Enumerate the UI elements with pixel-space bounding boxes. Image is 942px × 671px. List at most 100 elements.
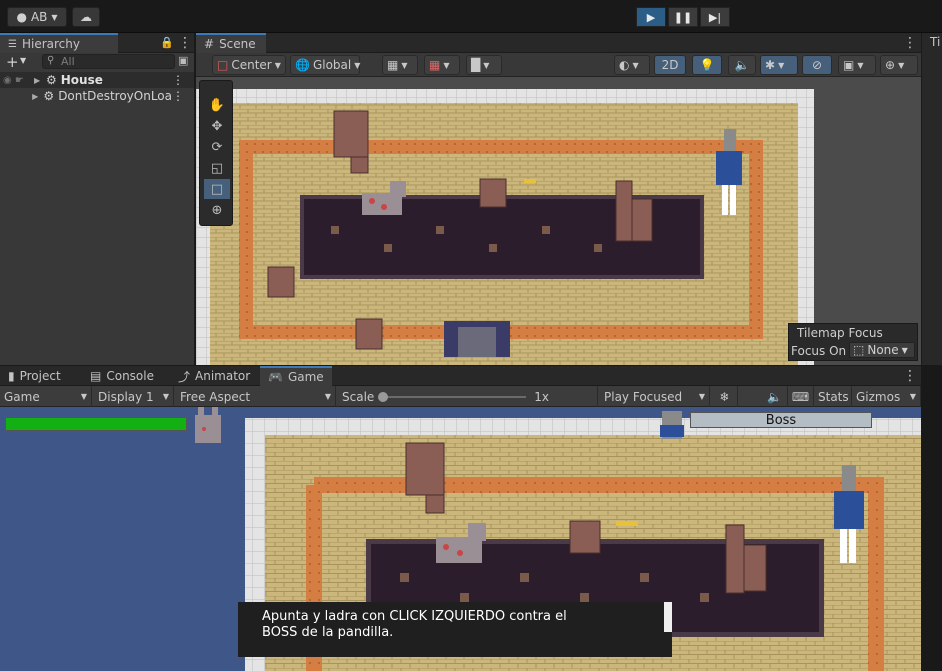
game-menu-icon[interactable]: ⋮ <box>903 366 917 386</box>
pivot-dropdown[interactable]: □ Center ▼ <box>212 55 286 75</box>
step-button[interactable]: ▶| <box>700 7 730 27</box>
stats-button[interactable]: Stats <box>814 386 852 407</box>
speaker-icon: 🔈 <box>767 389 782 404</box>
rect-tool[interactable]: □ <box>204 179 230 199</box>
tab-label: Console <box>106 369 154 383</box>
chevron-down-icon: ▼ <box>483 60 490 70</box>
tab-animator[interactable]: ⤴ Animator <box>170 366 258 386</box>
tab-tile-palette[interactable]: Ti <box>930 35 940 49</box>
display-label: Display 1 <box>98 389 154 404</box>
chevron-down-icon: ▼ <box>698 392 705 401</box>
scene-menu-icon[interactable]: ⋮ <box>903 33 917 53</box>
keyboard-icon: ⌨ <box>791 389 810 404</box>
tab-label: Animator <box>195 369 251 383</box>
focus-on-dropdown[interactable]: ⬚ None ▼ <box>849 342 915 358</box>
rotate-tool[interactable]: ⟳ <box>204 137 230 157</box>
player-health-bar <box>5 417 187 431</box>
ruler-button[interactable]: █ ▼ <box>466 55 502 75</box>
main-toolbar: ● AB ▼ ☁ ▶ ❚❚ ▶| <box>0 0 942 33</box>
mute-button[interactable]: 🔈 <box>762 386 788 407</box>
increment-snap-button[interactable]: ▦ ▼ <box>424 55 460 75</box>
hierarchy-search-input[interactable]: ⚲ All <box>42 54 175 69</box>
rotate-icon: ⟳ <box>211 139 223 155</box>
cloud-button[interactable]: ☁ <box>72 7 100 27</box>
view-dropdown[interactable]: Game ▼ <box>0 386 92 407</box>
hierarchy-item-house[interactable]: ◉ ☛ ▶ ⚙ House ⋮ <box>0 72 194 88</box>
scale-thumb[interactable] <box>378 391 389 402</box>
move-tool[interactable]: ✥ <box>204 116 230 136</box>
tab-hierarchy[interactable]: ☰ Hierarchy <box>0 33 118 53</box>
animator-icon: ⤴ <box>178 369 191 384</box>
camera-dropdown[interactable]: ▣ ▼ <box>838 55 876 75</box>
snap-icon: ▦ <box>429 58 441 72</box>
folder-icon: ▮ <box>8 369 15 383</box>
bug-button[interactable]: ❄ <box>712 386 738 407</box>
hierarchy-item-label: DontDestroyOnLoa <box>58 89 172 103</box>
scale-track <box>378 391 527 402</box>
scene-viewport[interactable]: ✋ ✥ ⟳ ◱ □ ⊕ Tilemap Focus Focus On ⬚ Non… <box>196 77 921 365</box>
item-menu-icon[interactable]: ⋮ <box>172 73 184 87</box>
hidden-objects-toggle[interactable]: ⊘ <box>802 55 832 75</box>
scene-icon: ⚙ <box>43 89 55 103</box>
audio-toggle[interactable]: 🔈 <box>728 55 756 75</box>
space-dropdown[interactable]: 🌐 Global ▼ <box>290 55 360 75</box>
game-viewport[interactable]: Boss Apunta y ladra con CLICK IZQUIERDO … <box>0 407 921 671</box>
dialog-line-2: BOSS de la pandilla. <box>262 625 394 640</box>
transform-tool[interactable]: ⊕ <box>204 200 230 220</box>
tab-project[interactable]: ▮ Project <box>0 366 69 386</box>
scale-value: 1x <box>534 389 550 404</box>
scale-tool[interactable]: ◱ <box>204 158 230 178</box>
dialog-scrollbar[interactable] <box>664 602 672 632</box>
toggle-2d-button[interactable]: 2D <box>654 55 686 75</box>
scene-level-render <box>196 77 921 365</box>
grid-icon: ▦ <box>387 58 399 72</box>
bug-icon: ❄ <box>719 389 730 404</box>
aspect-dropdown[interactable]: Free Aspect ▼ <box>176 386 336 407</box>
gizmos-dropdown[interactable]: ⊕ ▼ <box>880 55 918 75</box>
eye-slash-icon: ⊘ <box>811 58 823 72</box>
player-health-fill <box>6 418 186 430</box>
bottom-tabstrip: ▮ Project ▤ Console ⤴ Animator 🎮 Game ⋮ <box>0 366 921 386</box>
gizmos-dropdown[interactable]: Gizmos ▼ <box>852 386 921 407</box>
chevron-down-icon: ▼ <box>909 392 916 401</box>
dialog-line-1: Apunta y ladra con CLICK IZQUIERDO contr… <box>262 609 567 624</box>
search-placeholder: All <box>61 55 75 68</box>
display-dropdown[interactable]: Display 1 ▼ <box>94 386 174 407</box>
hierarchy-item-dontdestroy[interactable]: ▶ ⚙ DontDestroyOnLoa ⋮ <box>0 88 194 104</box>
hand-tool[interactable]: ✋ <box>204 95 230 115</box>
play-mode-dropdown[interactable]: Play Focused ▼ <box>600 386 710 407</box>
tab-console[interactable]: ▤ Console <box>82 366 162 386</box>
tab-label: Project <box>19 369 61 383</box>
shortcuts-button[interactable]: ⌨ <box>788 386 814 407</box>
filter-icon[interactable]: ▣ <box>178 54 188 67</box>
grid-snap-button[interactable]: ▦ ▼ <box>382 55 418 75</box>
chevron-right-icon[interactable]: ▶ <box>34 76 46 85</box>
tab-game[interactable]: 🎮 Game <box>260 366 332 386</box>
account-dropdown[interactable]: ● AB ▼ <box>7 7 67 27</box>
add-icon[interactable]: + <box>6 53 19 71</box>
tab-scene[interactable]: # Scene <box>196 33 266 53</box>
visibility-icon[interactable]: ◉ ☛ <box>0 75 34 86</box>
item-menu-icon[interactable]: ⋮ <box>172 89 184 103</box>
chevron-down-icon: ▼ <box>632 60 639 70</box>
gizmo-icon: ⊕ <box>885 58 896 72</box>
hierarchy-panel: ☰ Hierarchy 🔒 ⋮ + ▼ ⚲ All ▣ ◉ ☛ ▶ ⚙ Hous… <box>0 33 195 365</box>
effects-dropdown[interactable]: ✱ ▼ <box>760 55 798 75</box>
play-button[interactable]: ▶ <box>636 7 666 27</box>
tab-label: Hierarchy <box>21 37 80 51</box>
lighting-toggle[interactable]: 💡 <box>692 55 722 75</box>
scale-slider[interactable]: Scale 1x <box>338 386 598 407</box>
tilemap-focus-overlay: Tilemap Focus Focus On ⬚ None ▼ <box>788 323 918 361</box>
game-toolbar: Game ▼ Display 1 ▼ Free Aspect ▼ Scale 1… <box>0 386 921 407</box>
boss-avatar <box>660 411 684 439</box>
draw-mode-dropdown[interactable]: ◐ ▼ <box>614 55 650 75</box>
lock-icon[interactable]: 🔒 <box>160 33 174 53</box>
pause-button[interactable]: ❚❚ <box>668 7 698 27</box>
hierarchy-menu-icon[interactable]: ⋮ <box>178 33 192 53</box>
chevron-down-icon[interactable]: ▼ <box>20 56 26 65</box>
gizmos-label: Gizmos <box>856 389 901 404</box>
step-icon: ▶| <box>708 10 722 24</box>
chevron-right-icon[interactable]: ▶ <box>32 92 43 101</box>
globe-icon: 🌐 <box>295 58 310 72</box>
scene-icon: ⚙ <box>46 73 57 87</box>
